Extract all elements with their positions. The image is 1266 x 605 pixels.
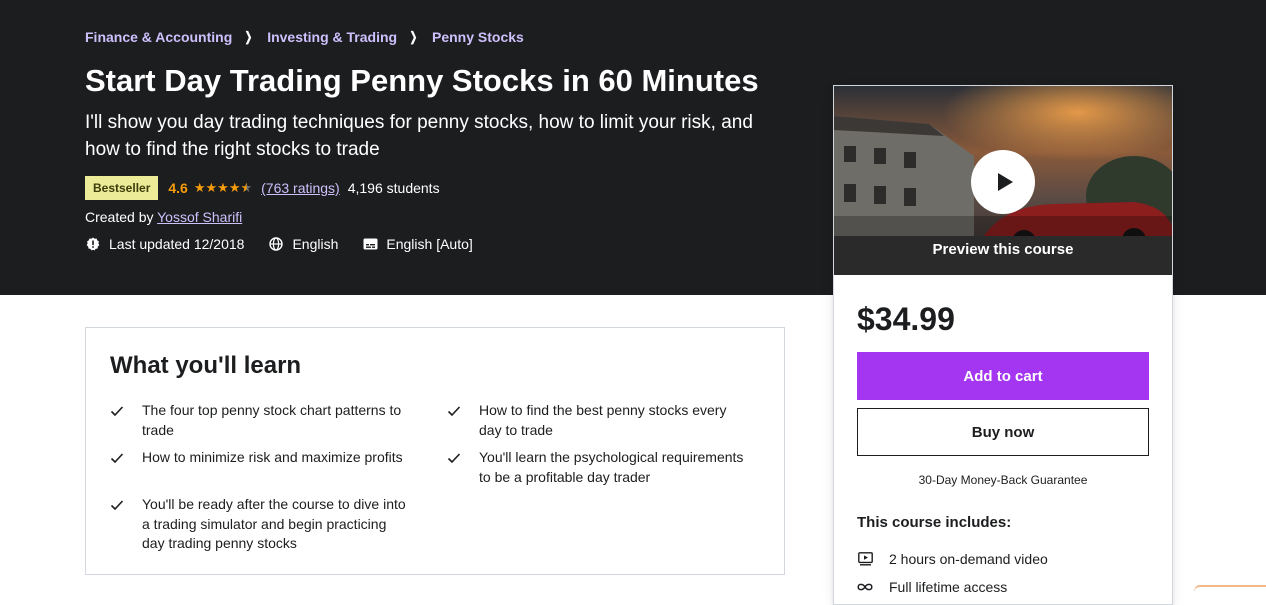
chevron-right-icon: ❯ (409, 29, 418, 44)
breadcrumb-item-penny-stocks[interactable]: Penny Stocks (432, 29, 524, 45)
includes-item-label: Full lifetime access (889, 579, 1008, 595)
last-updated-text: Last updated 12/2018 (109, 236, 245, 252)
learn-item-text: How to find the best penny stocks every … (479, 402, 727, 438)
check-icon (110, 401, 126, 421)
course-title: Start Day Trading Penny Stocks in 60 Min… (85, 63, 759, 98)
check-icon (110, 448, 126, 468)
money-back-guarantee: 30-Day Money-Back Guarantee (918, 473, 1088, 487)
language: English (268, 236, 338, 252)
check-icon (110, 495, 126, 515)
star-half-icon: ★ (240, 180, 253, 195)
purchase-sidebar: Preview this course $34.99 Add to cart B… (833, 85, 1173, 605)
learn-item: The four top penny stock chart patterns … (110, 401, 410, 440)
what-youll-learn-box: What you'll learn The four top penny sto… (85, 327, 785, 575)
author-link[interactable]: Yossof Sharifi (157, 209, 242, 225)
learn-item-text: You'll learn the psychological requireme… (479, 449, 744, 485)
course-subtitle: I'll show you day trading techniques for… (85, 112, 753, 160)
infinity-icon (857, 579, 873, 595)
star-full-icon: ★ (228, 180, 241, 195)
language-text: English (292, 236, 339, 252)
includes-list: 2 hours on-demand video Full lifetime ac… (857, 545, 1149, 601)
preview-label: Preview this course (932, 241, 1074, 258)
learn-item-text: You'll be ready after the course to dive… (142, 496, 406, 551)
ratings-count-link[interactable]: (763 ratings) (261, 180, 340, 196)
learn-item: How to find the best penny stocks every … (447, 401, 747, 440)
course-preview[interactable]: Preview this course (834, 86, 1172, 275)
floating-widget-edge (1194, 585, 1266, 591)
includes-item-label: 2 hours on-demand video (889, 551, 1048, 567)
learn-item: You'll be ready after the course to dive… (110, 495, 410, 554)
star-full-icon: ★ (217, 180, 229, 195)
breadcrumb-item-finance[interactable]: Finance & Accounting (85, 29, 232, 45)
closed-captions-icon (362, 236, 378, 252)
created-by: Created by Yossof Sharifi (85, 209, 242, 225)
star-full-icon: ★ (205, 180, 218, 195)
course-info-row: Last updated 12/2018 English English [Au… (85, 236, 497, 252)
alert-badge-icon (85, 236, 101, 252)
rating-stars: ★ ★ ★ ★ ★ (194, 181, 252, 195)
course-price: $34.99 (857, 301, 955, 337)
learn-item-text: The four top penny stock chart patterns … (142, 402, 402, 438)
includes-item: 2 hours on-demand video (857, 545, 1149, 573)
includes-item: Full lifetime access (857, 573, 1149, 601)
play-button[interactable] (971, 150, 1035, 214)
rating-row: Bestseller 4.6 ★ ★ ★ ★ ★ (763 ratings) 4… (85, 176, 440, 200)
chevron-right-icon: ❯ (244, 29, 253, 44)
play-icon (998, 173, 1013, 191)
captions-text: English [Auto] (386, 236, 473, 252)
rating-value: 4.6 (168, 180, 188, 196)
students-count: 4,196 students (347, 180, 440, 196)
breadcrumb: Finance & Accounting ❯ Investing & Tradi… (85, 29, 524, 45)
video-icon (857, 551, 873, 567)
add-to-cart-button[interactable]: Add to cart (857, 352, 1149, 400)
captions: English [Auto] (362, 236, 473, 252)
includes-title: This course includes: (857, 514, 1012, 531)
learn-title: What you'll learn (110, 352, 302, 379)
globe-icon (268, 236, 284, 252)
buy-now-button[interactable]: Buy now (857, 408, 1149, 456)
star-full-icon: ★ (193, 180, 206, 195)
bestseller-badge: Bestseller (85, 176, 159, 200)
learn-item-text: How to minimize risk and maximize profit… (142, 449, 403, 465)
learn-item: How to minimize risk and maximize profit… (110, 448, 410, 468)
breadcrumb-item-investing[interactable]: Investing & Trading (267, 29, 397, 45)
created-by-label: Created by (85, 209, 154, 225)
check-icon (447, 401, 463, 421)
check-icon (447, 448, 463, 468)
last-updated: Last updated 12/2018 (85, 236, 244, 252)
learn-item: You'll learn the psychological requireme… (447, 448, 747, 487)
